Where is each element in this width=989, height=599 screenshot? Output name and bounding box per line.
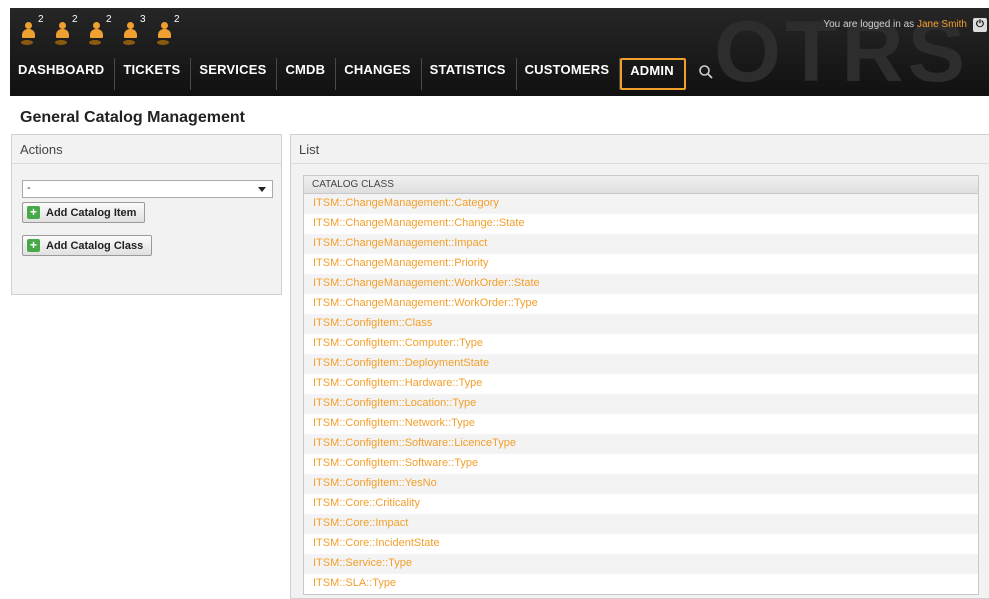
add-catalog-class-button[interactable]: + Add Catalog Class — [22, 235, 153, 256]
toolbar-count: 2 — [106, 14, 112, 25]
table-row[interactable]: ITSM::ConfigItem::Class — [304, 314, 978, 334]
list-panel-title: List — [291, 135, 989, 164]
user-name-link[interactable]: Jane Smith — [917, 19, 967, 30]
table-row[interactable]: ITSM::Service::Type — [304, 554, 978, 574]
actions-panel: Actions - + Add Catalog Item + Add Catal… — [11, 134, 282, 295]
main-nav: DASHBOARD TICKETS SERVICES CMDB CHANGES … — [10, 58, 726, 90]
login-info: You are logged in as Jane Smith — [823, 19, 967, 30]
toolbar-count: 3 — [140, 14, 146, 25]
table-row[interactable]: ITSM::ConfigItem::DeploymentState — [304, 354, 978, 374]
nav-dashboard[interactable]: DASHBOARD — [10, 58, 116, 90]
table-row[interactable]: ITSM::Core::IncidentState — [304, 534, 978, 554]
plus-icon: + — [27, 206, 40, 219]
catalog-class-select-value: - — [27, 182, 31, 194]
table-row[interactable]: ITSM::ChangeManagement::Change::State — [304, 214, 978, 234]
nav-changes[interactable]: CHANGES — [336, 58, 422, 90]
add-catalog-item-label: Add Catalog Item — [46, 206, 137, 219]
chevron-down-icon — [258, 187, 266, 192]
table-row[interactable]: ITSM::ChangeManagement::WorkOrder::Type — [304, 294, 978, 314]
actions-panel-title: Actions — [12, 135, 281, 164]
table-body: ITSM::ChangeManagement::Category ITSM::C… — [304, 194, 978, 594]
table-row[interactable]: ITSM::ConfigItem::Hardware::Type — [304, 374, 978, 394]
toolbar-icons: 2 2 2 3 2 — [20, 14, 182, 45]
table-row[interactable]: ITSM::ConfigItem::YesNo — [304, 474, 978, 494]
table-row[interactable]: ITSM::ConfigItem::Software::LicenceType — [304, 434, 978, 454]
table-row[interactable]: ITSM::ChangeManagement::Priority — [304, 254, 978, 274]
logout-icon[interactable]: ⏻ — [973, 18, 987, 32]
toolbar-locked-tickets-icon[interactable]: 2 — [54, 14, 80, 45]
toolbar-watched-tickets-icon[interactable]: 2 — [88, 14, 114, 45]
add-catalog-class-label: Add Catalog Class — [46, 239, 144, 252]
table-row[interactable]: ITSM::ConfigItem::Location::Type — [304, 394, 978, 414]
table-row[interactable]: ITSM::ChangeManagement::WorkOrder::State — [304, 274, 978, 294]
table-row[interactable]: ITSM::ConfigItem::Computer::Type — [304, 334, 978, 354]
add-catalog-item-button[interactable]: + Add Catalog Item — [22, 202, 146, 223]
plus-icon: + — [27, 239, 40, 252]
table-row[interactable]: ITSM::ConfigItem::Network::Type — [304, 414, 978, 434]
toolbar-responsible-tickets-icon[interactable]: 3 — [122, 14, 148, 45]
nav-admin[interactable]: ADMIN — [620, 58, 686, 90]
list-panel: List CATALOG CLASS ITSM::ChangeManagemen… — [290, 134, 989, 599]
nav-statistics[interactable]: STATISTICS — [422, 58, 517, 90]
toolbar-count: 2 — [72, 14, 78, 25]
toolbar-count: 2 — [38, 14, 44, 25]
column-header-catalog-class[interactable]: CATALOG CLASS — [304, 176, 978, 194]
app-header: OTRS You are logged in as Jane Smith ⏻ 2… — [0, 0, 989, 96]
toolbar-online-agents-icon[interactable]: 2 — [156, 14, 182, 45]
catalog-class-table: CATALOG CLASS ITSM::ChangeManagement::Ca… — [303, 175, 979, 595]
table-row[interactable]: ITSM::ChangeManagement::Category — [304, 194, 978, 214]
nav-customers[interactable]: CUSTOMERS — [517, 58, 621, 90]
nav-cmdb[interactable]: CMDB — [277, 58, 337, 90]
table-row[interactable]: ITSM::Core::Impact — [304, 514, 978, 534]
table-row[interactable]: ITSM::ConfigItem::Software::Type — [304, 454, 978, 474]
toolbar-owned-tickets-icon[interactable]: 2 — [20, 14, 46, 45]
search-icon[interactable] — [686, 58, 726, 90]
login-prefix: You are logged in as — [823, 19, 915, 30]
nav-services[interactable]: SERVICES — [191, 58, 278, 90]
table-row[interactable]: ITSM::ChangeManagement::Impact — [304, 234, 978, 254]
table-row[interactable]: ITSM::Core::Criticality — [304, 494, 978, 514]
page-title: General Catalog Management — [20, 109, 245, 126]
toolbar-count: 2 — [174, 14, 180, 25]
table-row[interactable]: ITSM::SLA::Type — [304, 574, 978, 594]
catalog-class-select[interactable]: - — [22, 180, 273, 198]
nav-tickets[interactable]: TICKETS — [115, 58, 192, 90]
